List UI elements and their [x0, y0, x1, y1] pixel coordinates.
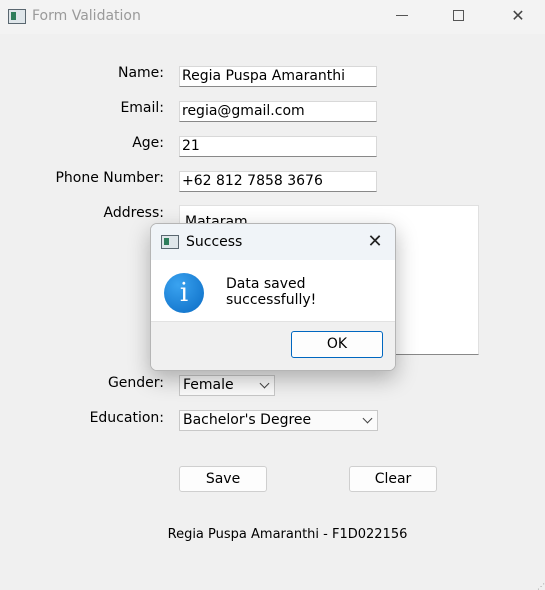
dialog-close-button[interactable]: ✕: [361, 229, 389, 255]
close-icon: ✕: [367, 231, 383, 252]
gender-label: Gender:: [107, 375, 164, 391]
save-button[interactable]: Save: [179, 466, 267, 492]
dialog-footer: OK: [151, 321, 395, 370]
close-icon: ✕: [511, 6, 525, 25]
phone-label: Phone Number:: [55, 170, 164, 186]
dialog-title-bar: Success ✕: [151, 224, 395, 260]
age-label: Age:: [132, 135, 164, 151]
minimize-button[interactable]: [380, 0, 426, 34]
chevron-down-icon: [363, 416, 371, 424]
education-label: Education:: [89, 410, 164, 426]
minimize-icon: [396, 15, 408, 16]
dialog-message: Data saved successfully!: [226, 276, 317, 308]
dialog-title: Success: [186, 234, 243, 250]
clear-button[interactable]: Clear: [349, 466, 437, 492]
address-label: Address:: [103, 205, 164, 221]
gender-select[interactable]: Female: [179, 375, 275, 396]
close-button[interactable]: ✕: [495, 0, 541, 34]
window-title: Form Validation: [32, 8, 141, 24]
info-icon: i: [164, 273, 204, 313]
success-dialog: Success ✕ i Data saved successfully! OK: [150, 223, 396, 371]
education-select-value: Bachelor's Degree: [183, 412, 312, 428]
maximize-button[interactable]: [436, 0, 482, 34]
maximize-icon: [453, 10, 464, 21]
footer-credit: Regia Puspa Amaranthi - F1D022156: [167, 527, 408, 542]
education-select[interactable]: Bachelor's Degree: [179, 410, 378, 431]
chevron-down-icon: [260, 381, 268, 389]
app-icon: [8, 9, 26, 24]
name-label: Name:: [117, 65, 164, 81]
email-input[interactable]: regia@gmail.com: [179, 101, 377, 122]
dialog-body: i Data saved successfully!: [151, 260, 395, 321]
email-label: Email:: [120, 100, 164, 116]
gender-select-value: Female: [183, 377, 234, 393]
name-input[interactable]: Regia Puspa Amaranthi: [179, 66, 377, 87]
resize-grip-icon[interactable]: ⋰: [537, 582, 545, 590]
phone-input[interactable]: +62 812 7858 3676: [179, 171, 377, 192]
dialog-app-icon: [161, 235, 179, 249]
ok-button[interactable]: OK: [291, 331, 383, 358]
title-bar: Form Validation ✕: [0, 0, 545, 34]
age-input[interactable]: 21: [179, 136, 377, 157]
